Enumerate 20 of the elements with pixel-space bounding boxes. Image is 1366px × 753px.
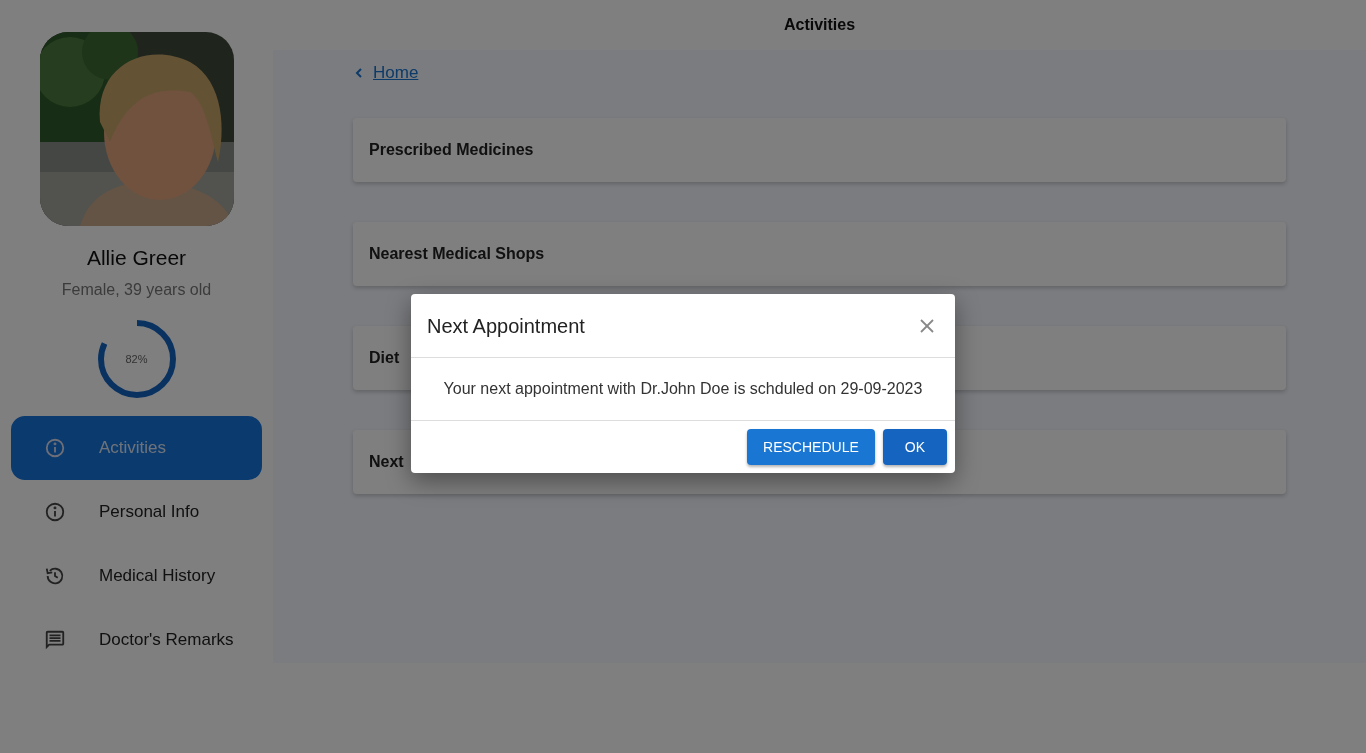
- message-icon: [44, 628, 66, 651]
- info-icon: [44, 436, 66, 459]
- section-card[interactable]: Prescribed Medicines: [353, 117, 1286, 182]
- home-link[interactable]: Home: [353, 60, 419, 86]
- patient-name: Allie Greer: [86, 245, 187, 271]
- dialog-message: Your next appointment with Dr.John Doe is schduled on 29-09-2023: [443, 379, 923, 399]
- info-icon: [44, 500, 66, 523]
- sidebar-item[interactable]: Doctor's Remarks: [11, 607, 262, 672]
- close-icon: [919, 317, 935, 334]
- ok-button[interactable]: OK: [882, 429, 947, 465]
- dialog-title: Next Appointment: [427, 313, 585, 339]
- patient-details: Female, 39 years old: [61, 279, 212, 300]
- chevron-left-icon: [353, 66, 365, 79]
- sidebar-item[interactable]: Medical History: [11, 543, 262, 608]
- reschedule-button[interactable]: RESCHEDULE: [747, 429, 875, 465]
- sidebar-item[interactable]: Personal Info: [11, 479, 262, 544]
- page-title: Activities: [783, 15, 856, 35]
- section-card[interactable]: Nearest Medical Shops: [353, 221, 1286, 286]
- sidebar-item[interactable]: Activities: [11, 415, 262, 480]
- progress-reading: 82%: [125, 353, 148, 364]
